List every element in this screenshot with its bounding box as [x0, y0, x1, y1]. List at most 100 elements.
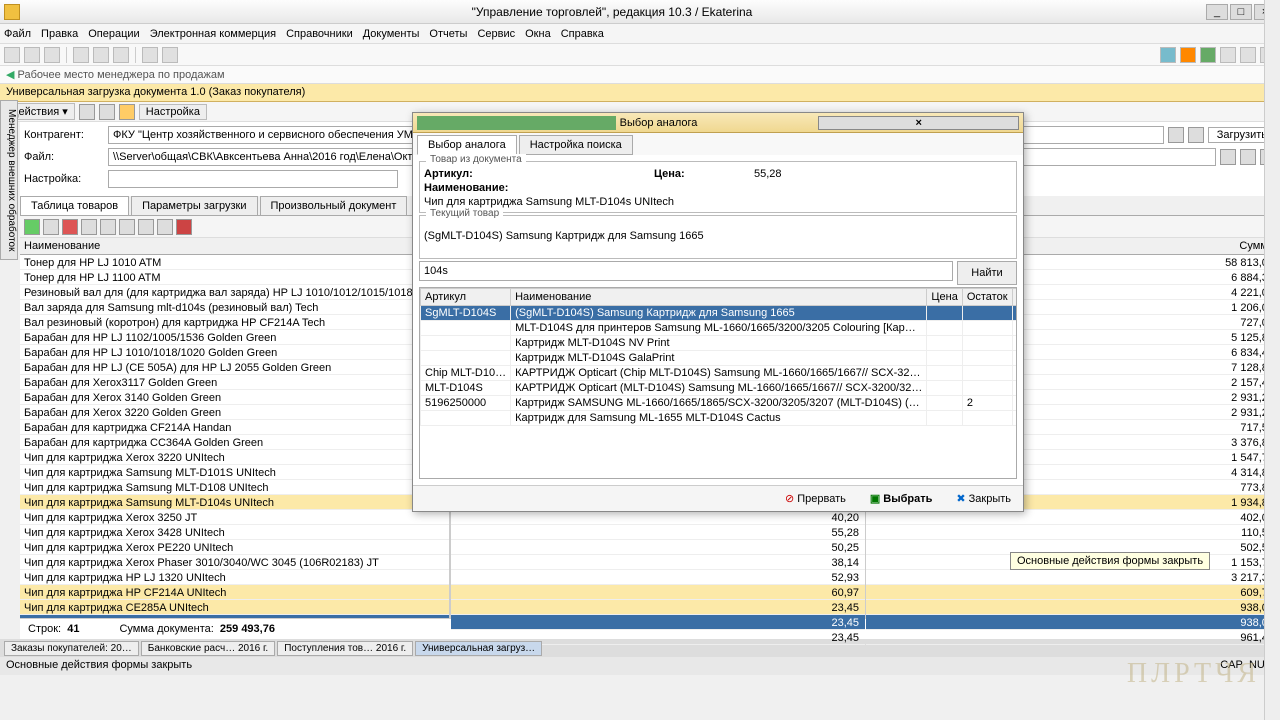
- price-cell[interactable]: 50,25: [451, 540, 865, 555]
- toolbar-paste-icon[interactable]: [113, 47, 129, 63]
- menu-operations[interactable]: Операции: [88, 28, 139, 40]
- toolbar-action2-icon[interactable]: [1180, 47, 1196, 63]
- table-row[interactable]: Чип для картриджа Samsung MLT-D101S UNIt…: [20, 465, 449, 480]
- toolbar-new-icon[interactable]: [4, 47, 20, 63]
- results-grid[interactable]: Артикул Наименование Цена Остаток Постав…: [419, 287, 1017, 479]
- toolbar-cut-icon[interactable]: [73, 47, 89, 63]
- price-cell[interactable]: 60,97: [451, 585, 865, 600]
- search-input[interactable]: [419, 261, 953, 281]
- tab-load-params[interactable]: Параметры загрузки: [131, 196, 257, 215]
- result-row[interactable]: MLT-D104S для принтеров Samsung ML-1660/…: [421, 321, 1018, 336]
- col-header-name[interactable]: Наименование: [20, 238, 449, 255]
- menu-file[interactable]: Файл: [4, 28, 31, 40]
- menu-edit[interactable]: Правка: [41, 28, 78, 40]
- menu-help[interactable]: Справка: [561, 28, 604, 40]
- aux-btn-3[interactable]: [1220, 149, 1236, 165]
- price-cell[interactable]: 23,45: [451, 615, 865, 630]
- abort-button[interactable]: ⊘Прервать: [777, 490, 854, 507]
- toolbar-copy-icon[interactable]: [93, 47, 109, 63]
- menu-documents[interactable]: Документы: [363, 28, 420, 40]
- dcol-price[interactable]: Цена: [927, 289, 962, 306]
- result-row[interactable]: SgMLT-D104S(SgMLT-D104S) Samsung Картрид…: [421, 306, 1018, 321]
- move-down-icon[interactable]: [119, 219, 135, 235]
- toolbar-save-icon[interactable]: [44, 47, 60, 63]
- sort-asc-icon[interactable]: [138, 219, 154, 235]
- file-input[interactable]: [108, 148, 458, 166]
- dtab-search-settings[interactable]: Настройка поиска: [519, 135, 633, 155]
- table-row[interactable]: Резиновый вал для (для картриджа вал зар…: [20, 285, 449, 300]
- table-row[interactable]: Чип для картриджа Xerox Phaser 3010/3040…: [20, 555, 449, 570]
- move-up-icon[interactable]: [100, 219, 116, 235]
- table-row[interactable]: Барабан для Xerox 3140 Golden Green: [20, 390, 449, 405]
- price-cell[interactable]: 52,93: [451, 570, 865, 585]
- cmd-icon2[interactable]: [99, 104, 115, 120]
- table-row[interactable]: Чип для картриджа Xerox PE220 UNItech: [20, 540, 449, 555]
- table-row[interactable]: Тонер для HP LJ 1100 ATM: [20, 270, 449, 285]
- table-row[interactable]: Чип для картриджа Xerox 3220 UNItech: [20, 450, 449, 465]
- wtab-orders[interactable]: Заказы покупателей: 20…: [4, 641, 139, 656]
- back-icon[interactable]: ◀: [6, 69, 14, 81]
- sort-desc-icon[interactable]: [157, 219, 173, 235]
- table-row[interactable]: Чип для картриджа HP LJ 1320 UNItech: [20, 570, 449, 585]
- table-row[interactable]: Барабан для HP LJ 1010/1018/1020 Golden …: [20, 345, 449, 360]
- menu-reports[interactable]: Отчеты: [429, 28, 467, 40]
- table-row[interactable]: Барабан для картриджа CF214A Handan: [20, 420, 449, 435]
- find-button[interactable]: Найти: [957, 261, 1017, 285]
- tab-arbitrary-doc[interactable]: Произвольный документ: [260, 196, 408, 215]
- sidebar-tab[interactable]: Менеджер внешних обработок: [0, 100, 18, 260]
- close-dialog-button[interactable]: ✖Закрыть: [948, 490, 1019, 507]
- result-row[interactable]: Картридж MLT-D104S NV Print: [421, 336, 1018, 351]
- tab-goods-table[interactable]: Таблица товаров: [20, 196, 129, 215]
- minimize-button[interactable]: _: [1206, 4, 1228, 20]
- menu-windows[interactable]: Окна: [525, 28, 551, 40]
- dialog-close-button[interactable]: ×: [818, 116, 1019, 130]
- dcol-article[interactable]: Артикул: [421, 289, 511, 306]
- table-row[interactable]: Вал резиновый (коротрон) для картриджа H…: [20, 315, 449, 330]
- toolbar-undo-icon[interactable]: [142, 47, 158, 63]
- toolbar-action5-icon[interactable]: [1240, 47, 1256, 63]
- settings-button[interactable]: Настройка: [139, 104, 207, 120]
- add-row-icon[interactable]: [24, 219, 40, 235]
- clear-icon[interactable]: [176, 219, 192, 235]
- table-row[interactable]: Вал заряда для Samsung mlt-d104s (резино…: [20, 300, 449, 315]
- toolbar-action1-icon[interactable]: [1160, 47, 1176, 63]
- dcol-stock[interactable]: Остаток: [962, 289, 1012, 306]
- result-row[interactable]: MLT-D104SКАРТРИДЖ Opticart (MLT-D104S) S…: [421, 381, 1018, 396]
- result-row[interactable]: Картридж MLT-D104S GalaPrint: [421, 351, 1018, 366]
- settings-input[interactable]: [108, 170, 398, 188]
- price-cell[interactable]: 23,45: [451, 600, 865, 615]
- wtab-receipts[interactable]: Поступления тов… 2016 г.: [277, 641, 413, 656]
- menu-service[interactable]: Сервис: [477, 28, 515, 40]
- counterparty-input[interactable]: [108, 126, 432, 144]
- copy-row-icon[interactable]: [81, 219, 97, 235]
- result-row[interactable]: Картридж для Samsung ML-1655 MLT-D104S C…: [421, 411, 1018, 426]
- wtab-universal[interactable]: Универсальная загруз…: [415, 641, 542, 656]
- aux-btn-4[interactable]: [1240, 149, 1256, 165]
- maximize-button[interactable]: □: [1230, 4, 1252, 20]
- toolbar-open-icon[interactable]: [24, 47, 40, 63]
- sum-cell[interactable]: 961,45: [866, 630, 1280, 645]
- table-row[interactable]: Чип для картриджа Samsung MLT-D104s UNIt…: [20, 495, 449, 510]
- toolbar-redo-icon[interactable]: [162, 47, 178, 63]
- price-cell[interactable]: 38,14: [451, 555, 865, 570]
- sum-cell[interactable]: 609,70: [866, 585, 1280, 600]
- menu-ecommerce[interactable]: Электронная коммерция: [150, 28, 276, 40]
- delete-row-icon[interactable]: [62, 219, 78, 235]
- wtab-bank[interactable]: Банковские расч… 2016 г.: [141, 641, 275, 656]
- price-cell[interactable]: 40,20: [451, 510, 865, 525]
- aux-btn-2[interactable]: [1188, 127, 1204, 143]
- sum-cell[interactable]: 3 217,34: [866, 570, 1280, 585]
- select-button[interactable]: ▣Выбрать: [862, 490, 941, 507]
- toolbar-action4-icon[interactable]: [1220, 47, 1236, 63]
- sum-cell[interactable]: 402,00: [866, 510, 1280, 525]
- result-row[interactable]: 5196250000Картридж SAMSUNG ML-1660/1665/…: [421, 396, 1018, 411]
- table-row[interactable]: Чип для картриджа CE278A UNItech: [20, 615, 449, 618]
- table-row[interactable]: Тонер для HP LJ 1010 ATM: [20, 255, 449, 270]
- toolbar-action3-icon[interactable]: [1200, 47, 1216, 63]
- scrollbar[interactable]: [1264, 0, 1280, 720]
- table-row[interactable]: Чип для картриджа Samsung MLT-D108 UNIte…: [20, 480, 449, 495]
- menu-catalogs[interactable]: Справочники: [286, 28, 353, 40]
- edit-row-icon[interactable]: [43, 219, 59, 235]
- dcol-name[interactable]: Наименование: [511, 289, 927, 306]
- sum-cell[interactable]: 938,00: [866, 615, 1280, 630]
